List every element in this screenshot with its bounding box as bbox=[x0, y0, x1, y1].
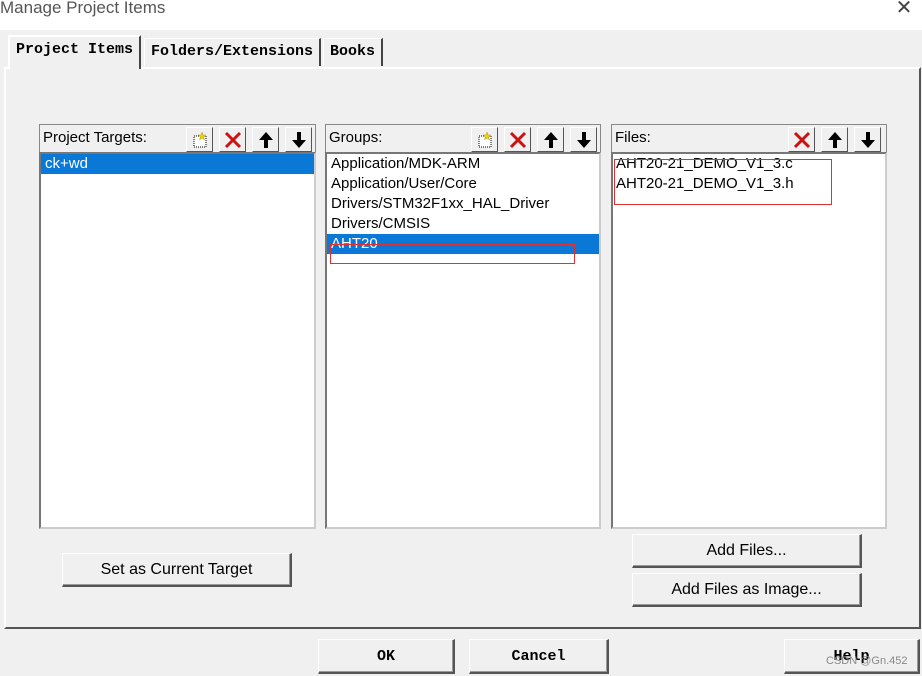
add-files-as-image-button[interactable]: Add Files as Image... bbox=[632, 573, 862, 607]
tab-project-items[interactable]: Project Items bbox=[8, 35, 142, 69]
list-item[interactable]: AHT20 bbox=[327, 234, 599, 254]
new-group-button[interactable] bbox=[471, 127, 498, 152]
delete-file-button[interactable] bbox=[788, 127, 815, 152]
list-item[interactable]: Drivers/CMSIS bbox=[327, 214, 599, 234]
move-down-arrow-icon bbox=[576, 131, 591, 148]
new-target-button[interactable] bbox=[186, 127, 213, 152]
files-header: Files: bbox=[611, 124, 887, 152]
new-item-icon bbox=[478, 130, 492, 147]
tab-folders-extensions[interactable]: Folders/Extensions bbox=[144, 38, 322, 66]
groups-header: Groups: bbox=[325, 124, 601, 152]
groups-label: Groups: bbox=[329, 129, 383, 146]
close-icon[interactable]: ✕ bbox=[893, 0, 915, 19]
move-target-up-button[interactable] bbox=[252, 127, 279, 152]
move-down-arrow-icon bbox=[291, 131, 306, 148]
ok-button[interactable]: OK bbox=[318, 639, 455, 674]
window-title: Manage Project Items bbox=[0, 0, 166, 17]
set-current-target-button[interactable]: Set as Current Target bbox=[62, 553, 292, 587]
list-item[interactable]: Application/User/Core bbox=[327, 174, 599, 194]
move-up-arrow-icon bbox=[258, 131, 273, 148]
tab-books[interactable]: Books bbox=[323, 38, 384, 66]
targets-header: Project Targets: bbox=[39, 124, 316, 152]
list-item[interactable]: ck+wd bbox=[41, 154, 314, 174]
files-label: Files: bbox=[615, 129, 651, 146]
list-item[interactable]: AHT20-21_DEMO_V1_3.h bbox=[613, 174, 885, 194]
move-up-arrow-icon bbox=[827, 131, 842, 148]
move-group-down-button[interactable] bbox=[570, 127, 597, 152]
list-item[interactable]: Application/MDK-ARM bbox=[327, 154, 599, 174]
delete-x-icon bbox=[224, 131, 241, 148]
new-item-icon bbox=[193, 130, 207, 147]
files-list[interactable]: AHT20-21_DEMO_V1_3.c AHT20-21_DEMO_V1_3.… bbox=[611, 152, 887, 529]
groups-list[interactable]: Application/MDK-ARM Application/User/Cor… bbox=[325, 152, 601, 529]
targets-list[interactable]: ck+wd bbox=[39, 152, 316, 529]
move-up-arrow-icon bbox=[543, 131, 558, 148]
delete-x-icon bbox=[509, 131, 526, 148]
add-files-button[interactable]: Add Files... bbox=[632, 534, 862, 568]
move-file-down-button[interactable] bbox=[854, 127, 881, 152]
move-target-down-button[interactable] bbox=[285, 127, 312, 152]
delete-x-icon bbox=[793, 131, 810, 148]
targets-label: Project Targets: bbox=[43, 129, 147, 146]
move-group-up-button[interactable] bbox=[537, 127, 564, 152]
move-down-arrow-icon bbox=[860, 131, 875, 148]
watermark: CSDN @Gn.452 bbox=[826, 655, 908, 667]
title-bar: Manage Project Items ✕ bbox=[0, 0, 922, 30]
move-file-up-button[interactable] bbox=[821, 127, 848, 152]
delete-target-button[interactable] bbox=[219, 127, 246, 152]
list-item[interactable]: Drivers/STM32F1xx_HAL_Driver bbox=[327, 194, 599, 214]
list-item[interactable]: AHT20-21_DEMO_V1_3.c bbox=[613, 154, 885, 174]
cancel-button[interactable]: Cancel bbox=[469, 639, 609, 674]
delete-group-button[interactable] bbox=[504, 127, 531, 152]
